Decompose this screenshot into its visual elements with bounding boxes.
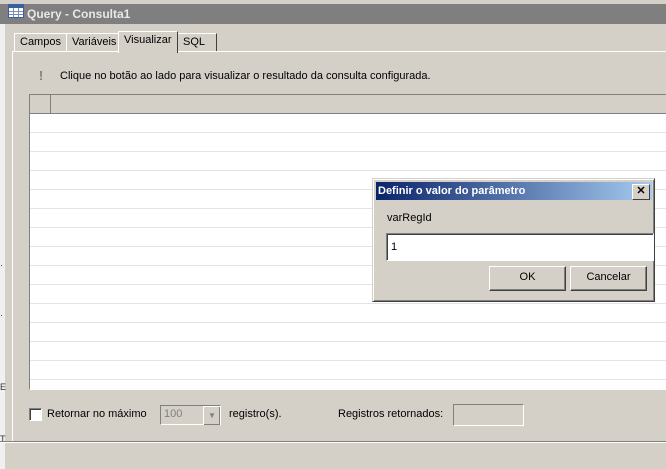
dialog-title: Definir o valor do parâmetro: [378, 185, 526, 197]
parameter-value-input[interactable]: [386, 233, 654, 261]
limit-label[interactable]: Retornar no máximo: [47, 406, 147, 422]
window-title: Query - Consulta1: [27, 7, 131, 21]
tab-sql[interactable]: SQL: [177, 33, 217, 52]
dropdown-arrow-icon: ▼: [203, 406, 220, 425]
grid-row-line: [30, 151, 666, 152]
records-suffix: registro(s).: [229, 408, 282, 420]
cancel-button[interactable]: Cancelar: [570, 266, 647, 291]
grid-row-line: [30, 170, 666, 171]
tab-variaveis[interactable]: Variáveis: [66, 33, 123, 52]
tab-visualizar[interactable]: Visualizar: [118, 31, 178, 53]
parameter-name-label: varRegId: [387, 212, 432, 224]
grid-header: [30, 95, 666, 114]
info-text: Clique no botão ao lado para visualizar …: [60, 70, 431, 82]
ok-button[interactable]: OK: [489, 266, 566, 291]
returned-label: Registros retornados:: [338, 408, 444, 420]
grid-row-line: [30, 322, 666, 323]
tab-campos[interactable]: Campos: [14, 33, 67, 52]
grid-row-line: [30, 341, 666, 342]
grid-row-line: [30, 360, 666, 361]
close-icon[interactable]: ✕: [632, 184, 650, 200]
dialog-titlebar[interactable]: Definir o valor do parâmetro ✕: [376, 182, 652, 200]
limit-combobox: 100 ▼: [160, 405, 221, 425]
table-icon: [8, 4, 24, 18]
background-window-edge: · · E T: [0, 24, 6, 469]
limit-checkbox[interactable]: [29, 408, 42, 421]
grid-row-line: [30, 379, 666, 380]
separator-highlight: [0, 442, 666, 443]
grid-row-line: [30, 303, 666, 304]
grid-row-line: [30, 132, 666, 133]
parameter-dialog: Definir o valor do parâmetro ✕ varRegId …: [372, 178, 655, 302]
returned-count-field: [453, 404, 524, 426]
limit-value: 100: [164, 408, 183, 420]
exclamation-icon: !: [38, 68, 44, 83]
grid-corner-cell[interactable]: [30, 95, 51, 113]
